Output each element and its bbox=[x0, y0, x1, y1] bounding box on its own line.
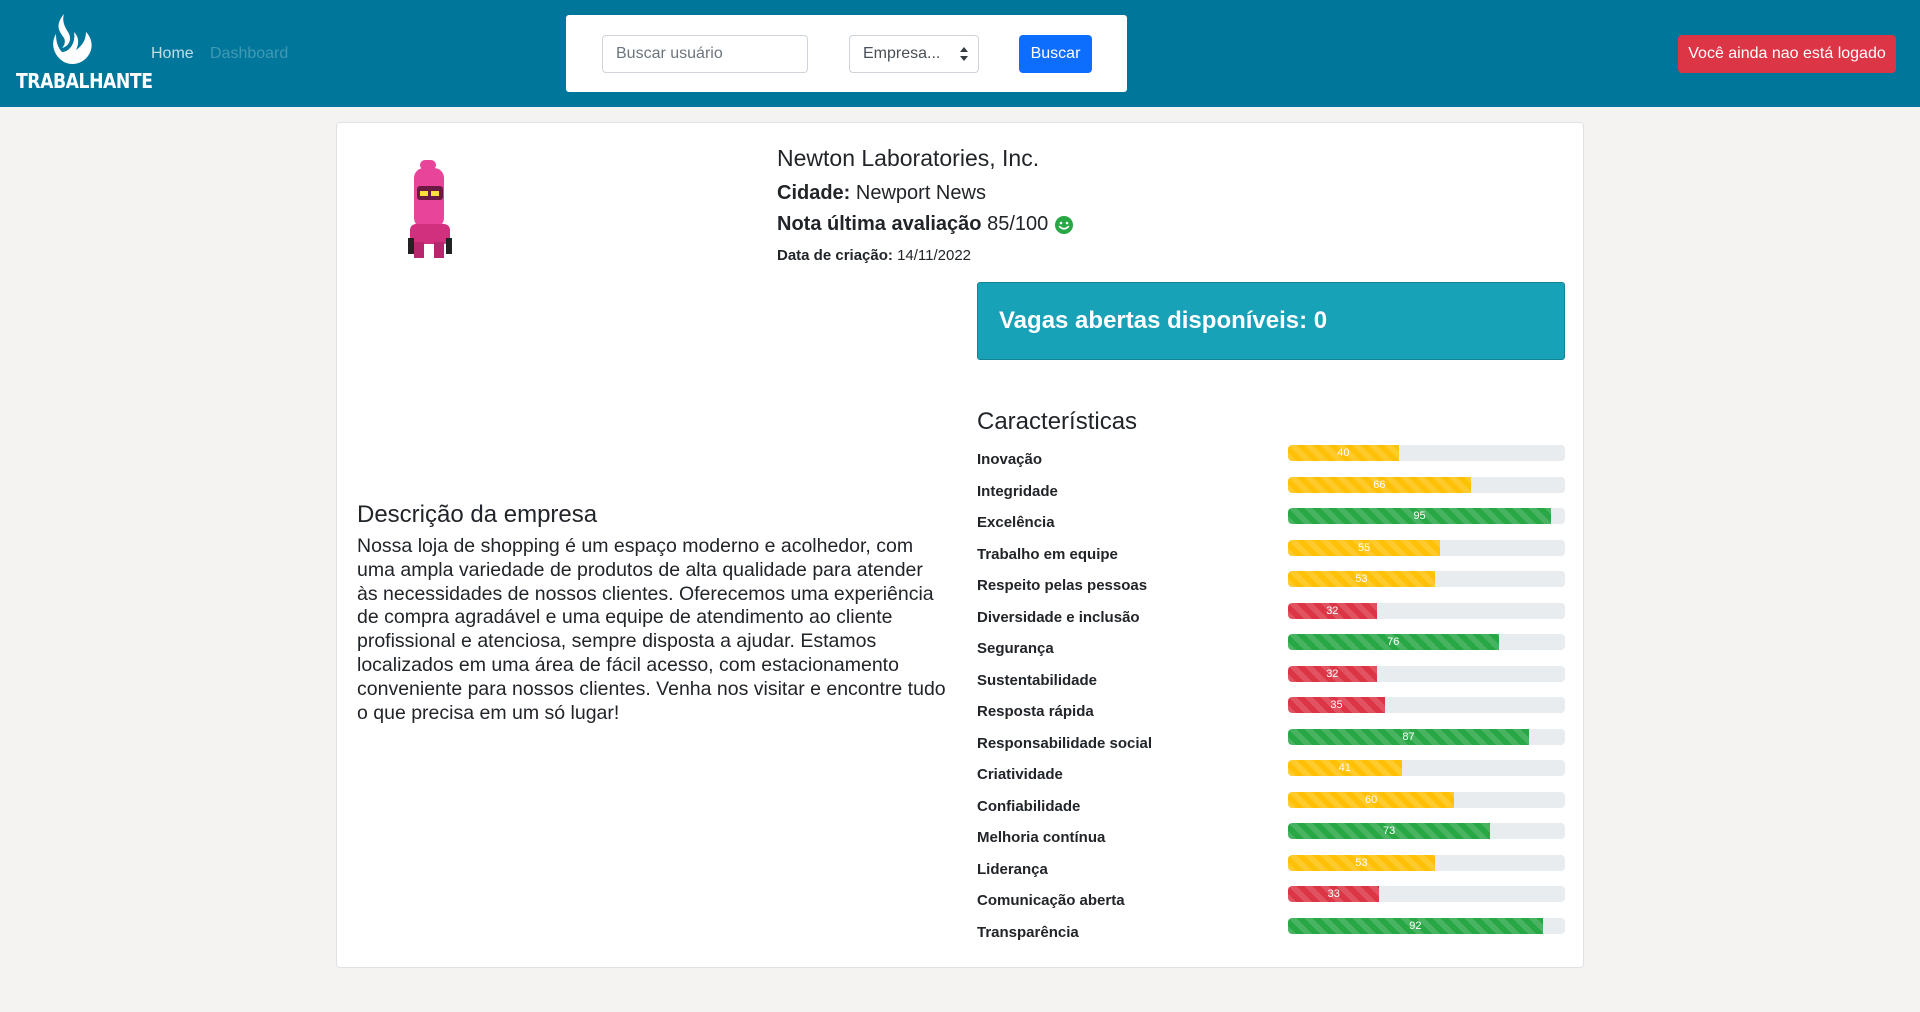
characteristic-label: Comunicação aberta bbox=[977, 892, 1125, 909]
rating-value: 85/100 bbox=[987, 213, 1049, 235]
characteristic-label: Trabalho em equipe bbox=[977, 545, 1118, 563]
company-avatar bbox=[408, 160, 452, 258]
progress-bar: 32 bbox=[1288, 665, 1565, 682]
characteristic-row: Resposta rápida 35 bbox=[977, 695, 1567, 727]
characteristic-row: Confiabilidade 60 bbox=[977, 790, 1567, 822]
company-card: Newton Laboratories, Inc. Cidade: Newpor… bbox=[336, 122, 1584, 968]
logo[interactable]: TRABALHANTE bbox=[14, 12, 153, 96]
progress-bar-fill: 76 bbox=[1288, 634, 1499, 650]
nav-dashboard-link[interactable]: Dashboard bbox=[210, 45, 288, 63]
characteristic-label: Criatividade bbox=[977, 766, 1063, 783]
company-created: Data de criação: 14/11/2022 bbox=[777, 247, 971, 264]
characteristic-label: Melhoria contínua bbox=[977, 829, 1106, 846]
characteristic-row: Diversidade e inclusão 32 bbox=[977, 601, 1567, 633]
login-status-button[interactable]: Você ainda nao está logado bbox=[1678, 35, 1896, 73]
progress-bar: 95 bbox=[1288, 508, 1565, 524]
progress-bar: 33 bbox=[1288, 886, 1565, 902]
rating-label: Nota última avaliação bbox=[777, 213, 982, 235]
progress-bar-fill: 32 bbox=[1288, 665, 1377, 682]
characteristic-row: Responsabilidade social 87 bbox=[977, 727, 1567, 759]
city-label: Cidade: bbox=[777, 182, 851, 204]
progress-bar: 76 bbox=[1288, 634, 1565, 650]
progress-bar-fill: 55 bbox=[1288, 539, 1441, 556]
characteristic-row: Trabalho em equipe 55 bbox=[977, 538, 1567, 570]
characteristic-row: Excelência 95 bbox=[977, 506, 1567, 538]
progress-bar: 32 bbox=[1288, 602, 1565, 619]
progress-bar-fill: 73 bbox=[1288, 823, 1491, 839]
company-city: Cidade: Newport News bbox=[777, 182, 986, 205]
progress-bar: 73 bbox=[1288, 823, 1565, 839]
logo-text: TRABALHANTE bbox=[16, 69, 153, 93]
progress-bar: 40 bbox=[1288, 445, 1565, 461]
updown-arrows-icon bbox=[960, 47, 968, 61]
characteristic-label: Diversidade e inclusão bbox=[977, 608, 1140, 626]
navbar: TRABALHANTE Home Dashboard Empresa... Bu… bbox=[0, 0, 1920, 107]
characteristic-row: Segurança 76 bbox=[977, 632, 1567, 664]
characteristics-list: Inovação 40 Integridade 66 Excelência 95 Traba… bbox=[977, 443, 1567, 947]
progress-bar: 53 bbox=[1288, 571, 1565, 587]
company-rating: Nota última avaliação 85/100 bbox=[777, 213, 1074, 236]
flame-icon bbox=[53, 14, 92, 64]
characteristic-label: Sustentabilidade bbox=[977, 671, 1098, 689]
characteristic-label: Transparência bbox=[977, 923, 1079, 941]
progress-bar: 92 bbox=[1288, 917, 1565, 934]
characteristic-label: Confiabilidade bbox=[977, 797, 1081, 815]
characteristic-row: Respeito pelas pessoas 53 bbox=[977, 569, 1567, 601]
characteristic-label: Integridade bbox=[977, 482, 1058, 500]
progress-bar-fill: 32 bbox=[1288, 602, 1377, 619]
progress-bar-fill: 40 bbox=[1288, 445, 1399, 461]
characteristic-row: Integridade 66 bbox=[977, 475, 1567, 507]
search-user-input[interactable] bbox=[602, 35, 808, 73]
created-label: Data de criação: bbox=[777, 247, 893, 264]
characteristic-label: Liderança bbox=[977, 860, 1048, 878]
progress-bar-fill: 87 bbox=[1288, 728, 1529, 745]
progress-bar-fill: 92 bbox=[1288, 917, 1543, 934]
characteristic-row: Transparência 92 bbox=[977, 916, 1567, 948]
characteristic-label: Resposta rápida bbox=[977, 703, 1094, 720]
city-value: Newport News bbox=[855, 182, 986, 204]
progress-bar-fill: 33 bbox=[1288, 886, 1380, 902]
characteristics-title: Características bbox=[977, 408, 1138, 435]
characteristic-row: Liderança 53 bbox=[977, 853, 1567, 885]
open-jobs-banner: Vagas abertas disponíveis: 0 bbox=[977, 282, 1565, 360]
progress-bar-fill: 35 bbox=[1288, 697, 1385, 713]
nav-home-link[interactable]: Home bbox=[151, 45, 194, 63]
description-title: Descrição da empresa bbox=[357, 501, 598, 528]
progress-bar: 87 bbox=[1288, 728, 1565, 745]
characteristic-row: Melhoria contínua 73 bbox=[977, 821, 1567, 853]
smiley-icon bbox=[1055, 215, 1074, 234]
company-select-value: Empresa... bbox=[863, 45, 941, 62]
company-select[interactable]: Empresa... bbox=[849, 35, 979, 73]
characteristic-row: Sustentabilidade 32 bbox=[977, 664, 1567, 696]
search-button[interactable]: Buscar bbox=[1019, 35, 1092, 73]
progress-bar-fill: 53 bbox=[1288, 854, 1435, 871]
progress-bar: 60 bbox=[1288, 791, 1565, 808]
progress-bar-fill: 60 bbox=[1288, 791, 1455, 808]
characteristic-label: Respeito pelas pessoas bbox=[977, 577, 1148, 594]
progress-bar-fill: 41 bbox=[1288, 760, 1402, 776]
progress-bar-fill: 66 bbox=[1288, 476, 1471, 493]
progress-bar: 41 bbox=[1288, 760, 1565, 776]
progress-bar: 35 bbox=[1288, 697, 1565, 713]
search-form: Empresa... Buscar bbox=[566, 15, 1127, 92]
progress-bar-fill: 95 bbox=[1288, 508, 1552, 524]
progress-bar-fill: 53 bbox=[1288, 571, 1435, 587]
characteristic-label: Inovação bbox=[977, 451, 1043, 468]
characteristic-label: Responsabilidade social bbox=[977, 734, 1153, 752]
characteristic-label: Segurança bbox=[977, 640, 1054, 657]
characteristic-row: Comunicação aberta 33 bbox=[977, 884, 1567, 916]
characteristic-label: Excelência bbox=[977, 514, 1055, 531]
progress-bar: 53 bbox=[1288, 854, 1565, 871]
company-name: Newton Laboratories, Inc. bbox=[777, 145, 1040, 171]
progress-bar: 66 bbox=[1288, 476, 1565, 493]
characteristic-row: Inovação 40 bbox=[977, 443, 1567, 475]
description-text: Nossa loja de shopping é um espaço moder… bbox=[357, 535, 946, 724]
characteristic-row: Criatividade 41 bbox=[977, 758, 1567, 790]
created-value: 14/11/2022 bbox=[897, 247, 972, 264]
progress-bar: 55 bbox=[1288, 539, 1565, 556]
